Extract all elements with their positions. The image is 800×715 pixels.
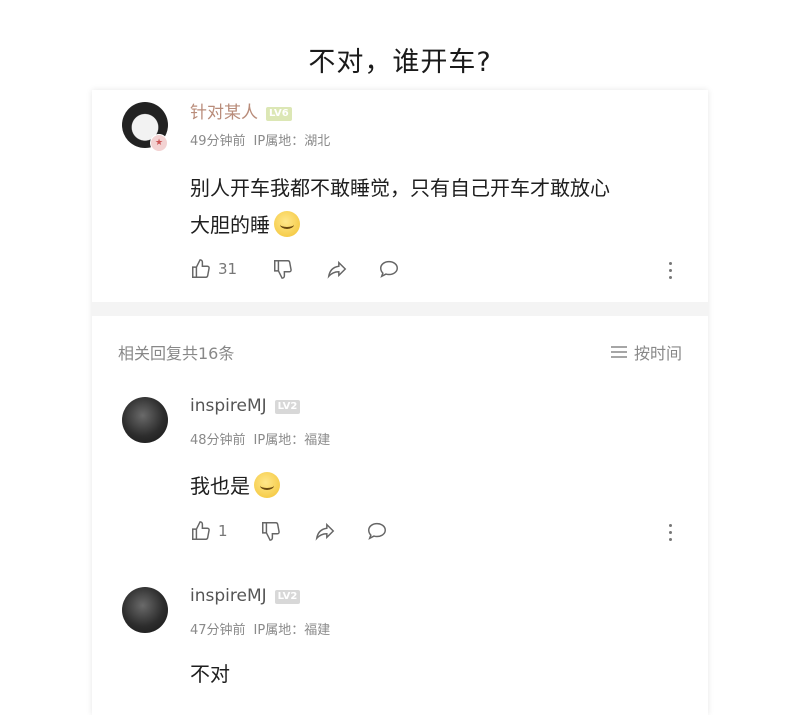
meme-caption: 不对，谁开车?	[308, 47, 492, 78]
comment-actions: 1	[190, 520, 690, 550]
sort-toggle[interactable]: 按时间	[610, 340, 682, 364]
level-badge: LV2	[274, 590, 301, 604]
laughing-emoji-icon	[274, 211, 300, 237]
dislike-button[interactable]	[272, 258, 294, 280]
share-button[interactable]	[314, 520, 336, 542]
username[interactable]: inspireMJ LV2	[190, 586, 301, 606]
ip-location: IP属地：湖北	[253, 134, 331, 149]
comment-text: 不对	[190, 662, 230, 686]
like-button[interactable]: 1	[190, 520, 228, 542]
laughing-emoji-icon	[254, 472, 280, 498]
share-button[interactable]	[326, 258, 348, 280]
dislike-button[interactable]	[260, 520, 282, 542]
thumbs-up-icon	[192, 259, 210, 278]
like-count: 1	[218, 522, 228, 540]
username[interactable]: 针对某人 LV6	[190, 98, 292, 123]
reply-button[interactable]	[378, 258, 400, 280]
thumbs-down-icon	[262, 522, 280, 541]
ip-location: IP属地：福建	[253, 623, 331, 638]
comment-actions: 31	[190, 258, 690, 288]
thumbs-up-icon	[192, 521, 210, 540]
comment-text: 我也是	[190, 468, 280, 505]
comment-meta: 48分钟前 IP属地：福建	[190, 429, 338, 448]
comment-meta: 47分钟前 IP属地：福建	[190, 619, 338, 638]
level-badge: LV2	[274, 400, 301, 414]
comment-icon	[368, 522, 386, 540]
replies-count: 相关回复共16条	[118, 344, 235, 363]
more-options-icon[interactable]	[669, 524, 673, 545]
avatar[interactable]	[122, 397, 168, 443]
username[interactable]: inspireMJ LV2	[190, 396, 301, 416]
timestamp: 47分钟前	[190, 623, 246, 638]
like-button[interactable]: 31	[190, 258, 237, 280]
share-icon	[327, 260, 347, 279]
more-options-icon[interactable]	[669, 262, 673, 283]
level-badge: LV6	[266, 107, 292, 121]
like-count: 31	[218, 260, 238, 278]
share-icon	[315, 522, 335, 541]
user-badge-icon: ★	[150, 134, 168, 152]
timestamp: 49分钟前	[190, 134, 246, 149]
comment-icon	[380, 260, 398, 278]
avatar[interactable]	[122, 587, 168, 633]
comment-panel: ★ 针对某人 LV6 49分钟前 IP属地：湖北 别人开车我都不敢睡觉，只有自己开车…	[92, 90, 708, 715]
section-divider	[92, 302, 708, 316]
timestamp: 48分钟前	[190, 433, 246, 448]
comment-text: 别人开车我都不敢睡觉，只有自己开车才敢放心 大胆的睡	[190, 176, 610, 237]
comment-meta: 49分钟前 IP属地：湖北	[190, 130, 338, 149]
ip-location: IP属地：福建	[253, 433, 331, 448]
thumbs-down-icon	[274, 260, 292, 279]
sort-lines-icon	[610, 346, 627, 358]
reply-button[interactable]	[366, 520, 388, 542]
avatar[interactable]: ★	[122, 102, 168, 152]
